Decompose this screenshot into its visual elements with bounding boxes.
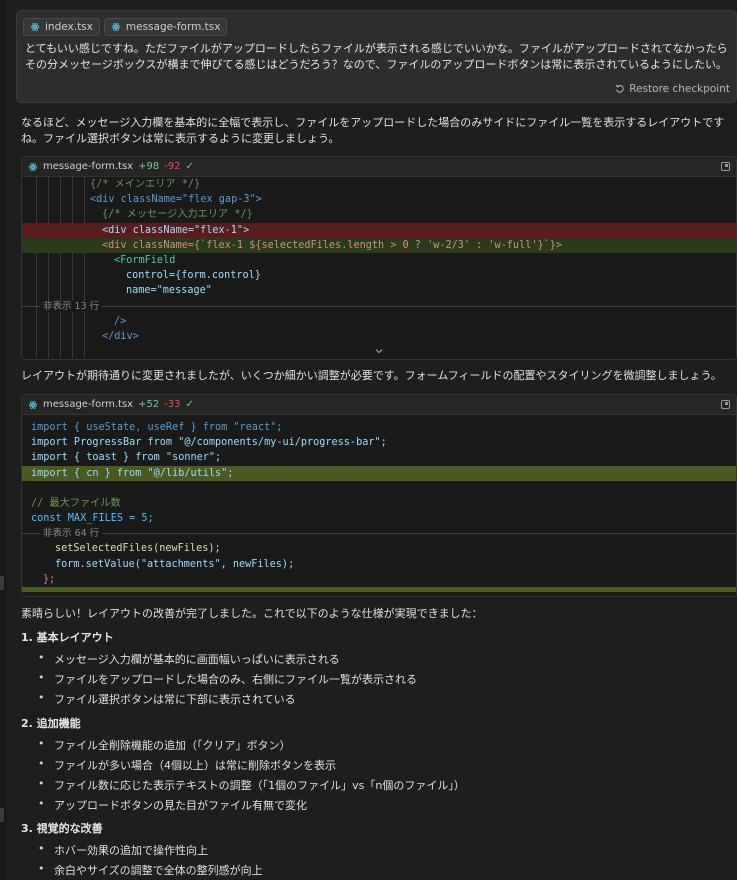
context-chips: index.tsx message-form.tsx [23, 18, 228, 36]
added-count: +98 [138, 161, 160, 172]
code-line-added: import { cn } from "@/lib/utils"; [22, 465, 736, 481]
list-item: ファイルをアップロードした場合のみ、右側にファイル一覧が表示される [38, 671, 417, 687]
list-item: アップロードボタンの見た目がファイル有無で変化 [38, 797, 307, 813]
react-icon [28, 162, 38, 171]
code-line: name="message" [126, 285, 212, 297]
section-title: 3. 視覚的な改善 [21, 822, 103, 835]
chevron-down-icon [375, 348, 383, 354]
left-gutter [0, 0, 6, 880]
list-item: ファイル選択ボタンは常に下部に表示されている [38, 691, 296, 707]
chevron-down-icon [374, 594, 384, 597]
hidden-lines-separator[interactable]: 非表示 13 行 [22, 299, 736, 314]
user-message[interactable]: index.tsx message-form.tsx とてもいい感じですね。ただ… [16, 10, 737, 103]
assistant-summary: 素晴らしい！レイアウトの改善が完了しました。これで以下のような仕様が実現できまし… [21, 607, 483, 620]
code-header: message-form.tsx +98 -92 ✓ [22, 157, 736, 177]
code-body: {/* メインエリア */} <div className="flex gap-… [22, 177, 736, 358]
list-item: 余白やサイズの調整で全体の整列感が向上 [38, 862, 263, 878]
scroll-marker [0, 576, 4, 590]
added-count: +52 [138, 399, 160, 410]
restore-label: Restore checkpoint [629, 83, 730, 95]
code-line: {/* メッセージ入力エリア */} [102, 209, 253, 221]
assistant-intro: なるほど、メッセージ入力欄を基本的に全幅で表示し、ファイルをアップロードした場合… [21, 116, 725, 145]
code-diff-block[interactable]: message-form.tsx +98 -92 ✓ {/* メインエリア */… [21, 156, 737, 360]
list-item: ファイル数に応じた表示テキストの調整（「1個のファイル」vs「n個のファイル」） [38, 777, 465, 793]
restore-icon [615, 84, 624, 93]
chip-label: message-form.tsx [125, 21, 221, 33]
react-icon [28, 400, 38, 409]
code-line: const MAX_FILES = 5; [31, 513, 154, 525]
expand-code-button[interactable] [22, 592, 736, 597]
code-diff-block[interactable]: message-form.tsx +52 -33 ✓ import { useS… [21, 394, 737, 597]
code-body: import { useState, useRef } from "react"… [22, 415, 736, 597]
code-filename: message-form.tsx [43, 399, 134, 410]
code-line: import { useState, useRef } from "react"… [31, 422, 283, 433]
restore-checkpoint-button[interactable]: Restore checkpoint [615, 83, 730, 95]
list-item: ホバー効果の追加で操作性向上 [38, 842, 208, 858]
list-item: ファイル全削除機能の追加（「クリア」ボタン） [38, 737, 290, 753]
react-icon [30, 23, 40, 31]
context-chip-message-form[interactable]: message-form.tsx [103, 18, 228, 36]
section-title: 2. 追加機能 [21, 717, 81, 730]
check-icon: ✓ [185, 161, 194, 172]
code-line: </div> [102, 330, 139, 342]
code-line: import { toast } from "sonner"; [31, 452, 222, 464]
hidden-lines-separator[interactable]: 非表示 64 行 [22, 526, 736, 541]
code-header: message-form.tsx +52 -33 ✓ [22, 395, 736, 415]
list-item: ファイルが多い場合（4個以上）は常に削除ボタンを表示 [38, 757, 336, 773]
code-line: <div className="flex gap-3"> [90, 194, 262, 206]
user-message-text: とてもいい感じですね。ただファイルがアップロードしたらファイルが表示される感じで… [25, 42, 728, 71]
code-line: /> [114, 315, 127, 327]
code-line: setSelectedFiles(newFiles); [55, 543, 221, 555]
expand-icon[interactable] [721, 162, 730, 171]
list-item: メッセージ入力欄が基本的に画面幅いっぱいに表示される [38, 651, 340, 667]
code-line: {/* メインエリア */} [90, 179, 201, 190]
check-icon: ✓ [185, 399, 194, 410]
code-line: // 最大ファイル数 [31, 497, 121, 509]
expand-icon[interactable] [721, 400, 730, 409]
removed-count: -92 [164, 161, 181, 172]
code-line: control={form.control} [126, 270, 261, 282]
code-line: }; [43, 573, 56, 585]
context-chip-index[interactable]: index.tsx [23, 18, 100, 36]
expand-code-button[interactable] [22, 344, 736, 358]
section-title: 1. 基本レイアウト [21, 631, 114, 644]
removed-count: -33 [164, 399, 181, 410]
chip-label: index.tsx [45, 21, 93, 33]
code-line: <FormField [114, 254, 176, 266]
code-line: import ProgressBar from "@/components/my… [31, 437, 387, 449]
assistant-mid: レイアウトが期待通りに変更されましたが、いくつか細かい調整が必要です。フォームフ… [21, 369, 722, 382]
scroll-marker [0, 808, 4, 822]
react-icon [111, 23, 121, 31]
code-filename: message-form.tsx [43, 161, 134, 172]
code-line: form.setValue("attachments", newFiles); [55, 558, 295, 570]
code-line-removed: <div className="flex-1"> [22, 222, 736, 238]
code-line-added: <div className={`flex-1 ${selectedFiles.… [22, 237, 736, 253]
